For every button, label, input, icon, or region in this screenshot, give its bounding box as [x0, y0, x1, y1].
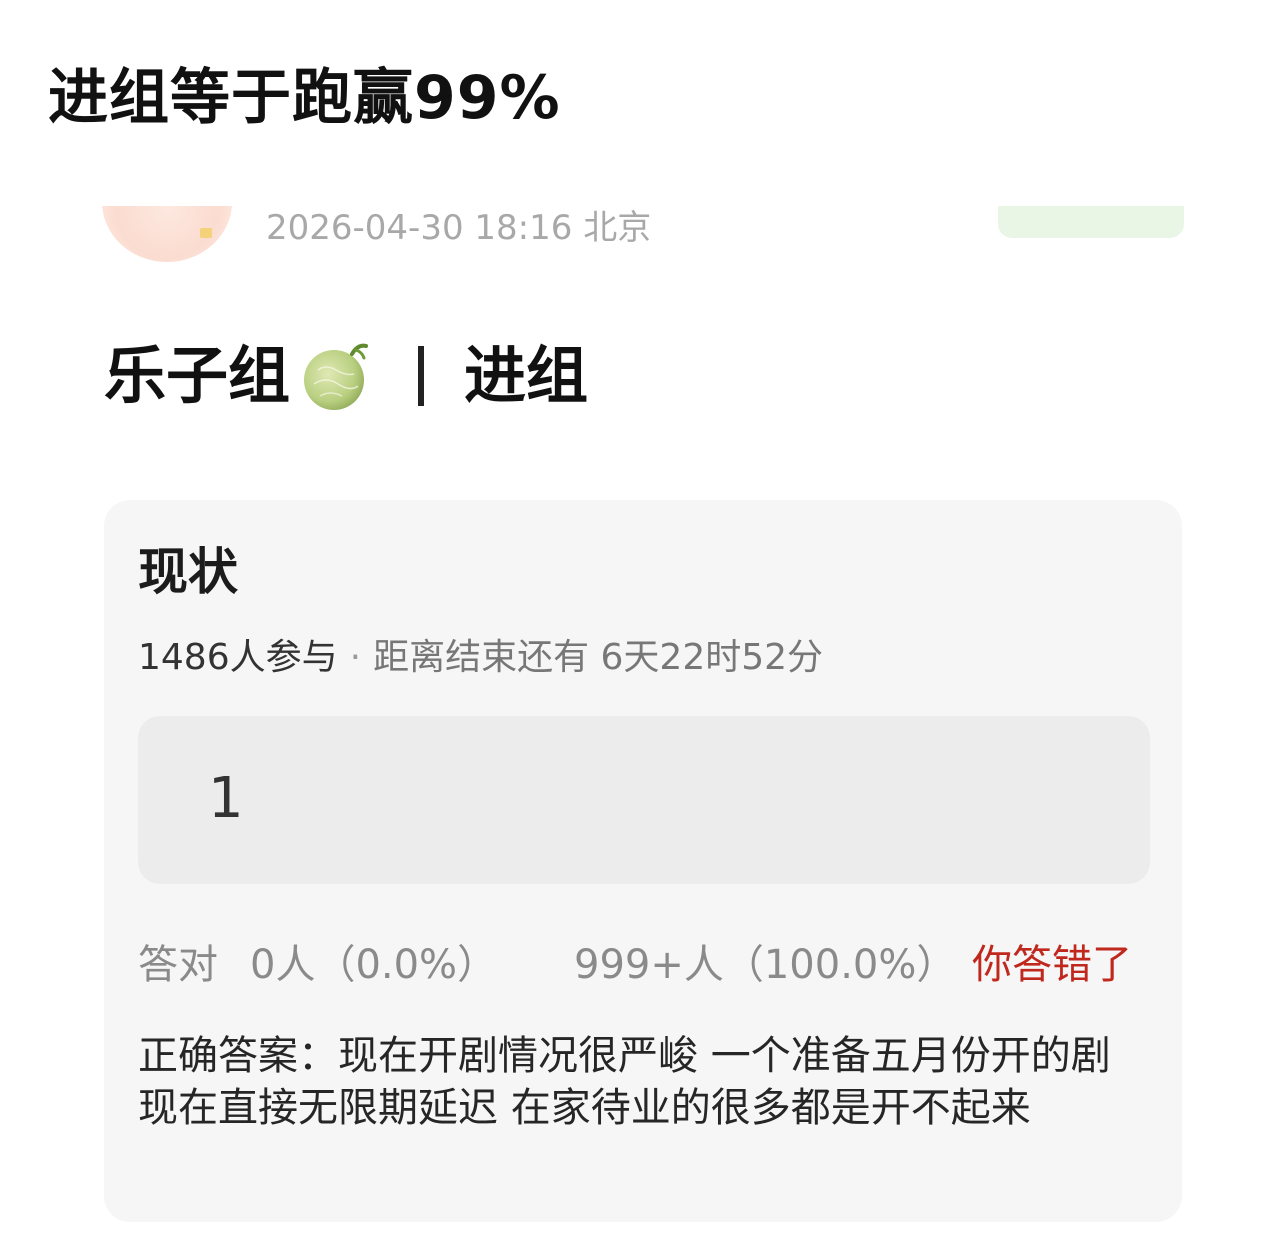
avatar-decoration [200, 228, 212, 238]
wrong-answer-badge: 你答错了 [972, 942, 1132, 988]
post-card: 2026-04-30 18:16 北京 乐子组 进组 现状 1486人参与 · … [52, 206, 1232, 1240]
heading-group-name: 乐子组 [104, 339, 291, 412]
correct-label: 答对 [138, 942, 218, 988]
stats-separator: · [349, 637, 362, 678]
poll-stats: 1486人参与 · 距离结束还有 6天22时52分 [138, 636, 823, 680]
poll-title: 现状 [138, 543, 238, 601]
post-timestamp-location: 2026-04-30 18:16 北京 [266, 208, 652, 248]
poll-option[interactable]: 1 [138, 716, 1150, 884]
page-title: 进组等于跑赢99% [48, 63, 561, 133]
poll-card: 现状 1486人参与 · 距离结束还有 6天22时52分 1 答对 0人（0.0%）… [104, 500, 1182, 1222]
participant-count: 1486人参与 [138, 637, 338, 678]
poll-option-label: 1 [208, 766, 244, 831]
avatar[interactable] [102, 206, 232, 262]
follow-button[interactable] [998, 206, 1184, 238]
post-heading: 乐子组 进组 [104, 338, 588, 414]
correct-count: 0人（0.0%） [250, 942, 498, 988]
wrong-count: 999+人（100.0%） [574, 942, 957, 988]
time-remaining: 距离结束还有 6天22时52分 [373, 637, 824, 678]
heading-divider [418, 346, 425, 406]
correct-answer-text: 正确答案：现在开剧情况很严峻 一个准备五月份开的剧现在直接无限期延迟 在家待业的… [138, 1033, 1111, 1131]
melon-icon [296, 340, 376, 412]
heading-topic: 进组 [464, 339, 589, 412]
